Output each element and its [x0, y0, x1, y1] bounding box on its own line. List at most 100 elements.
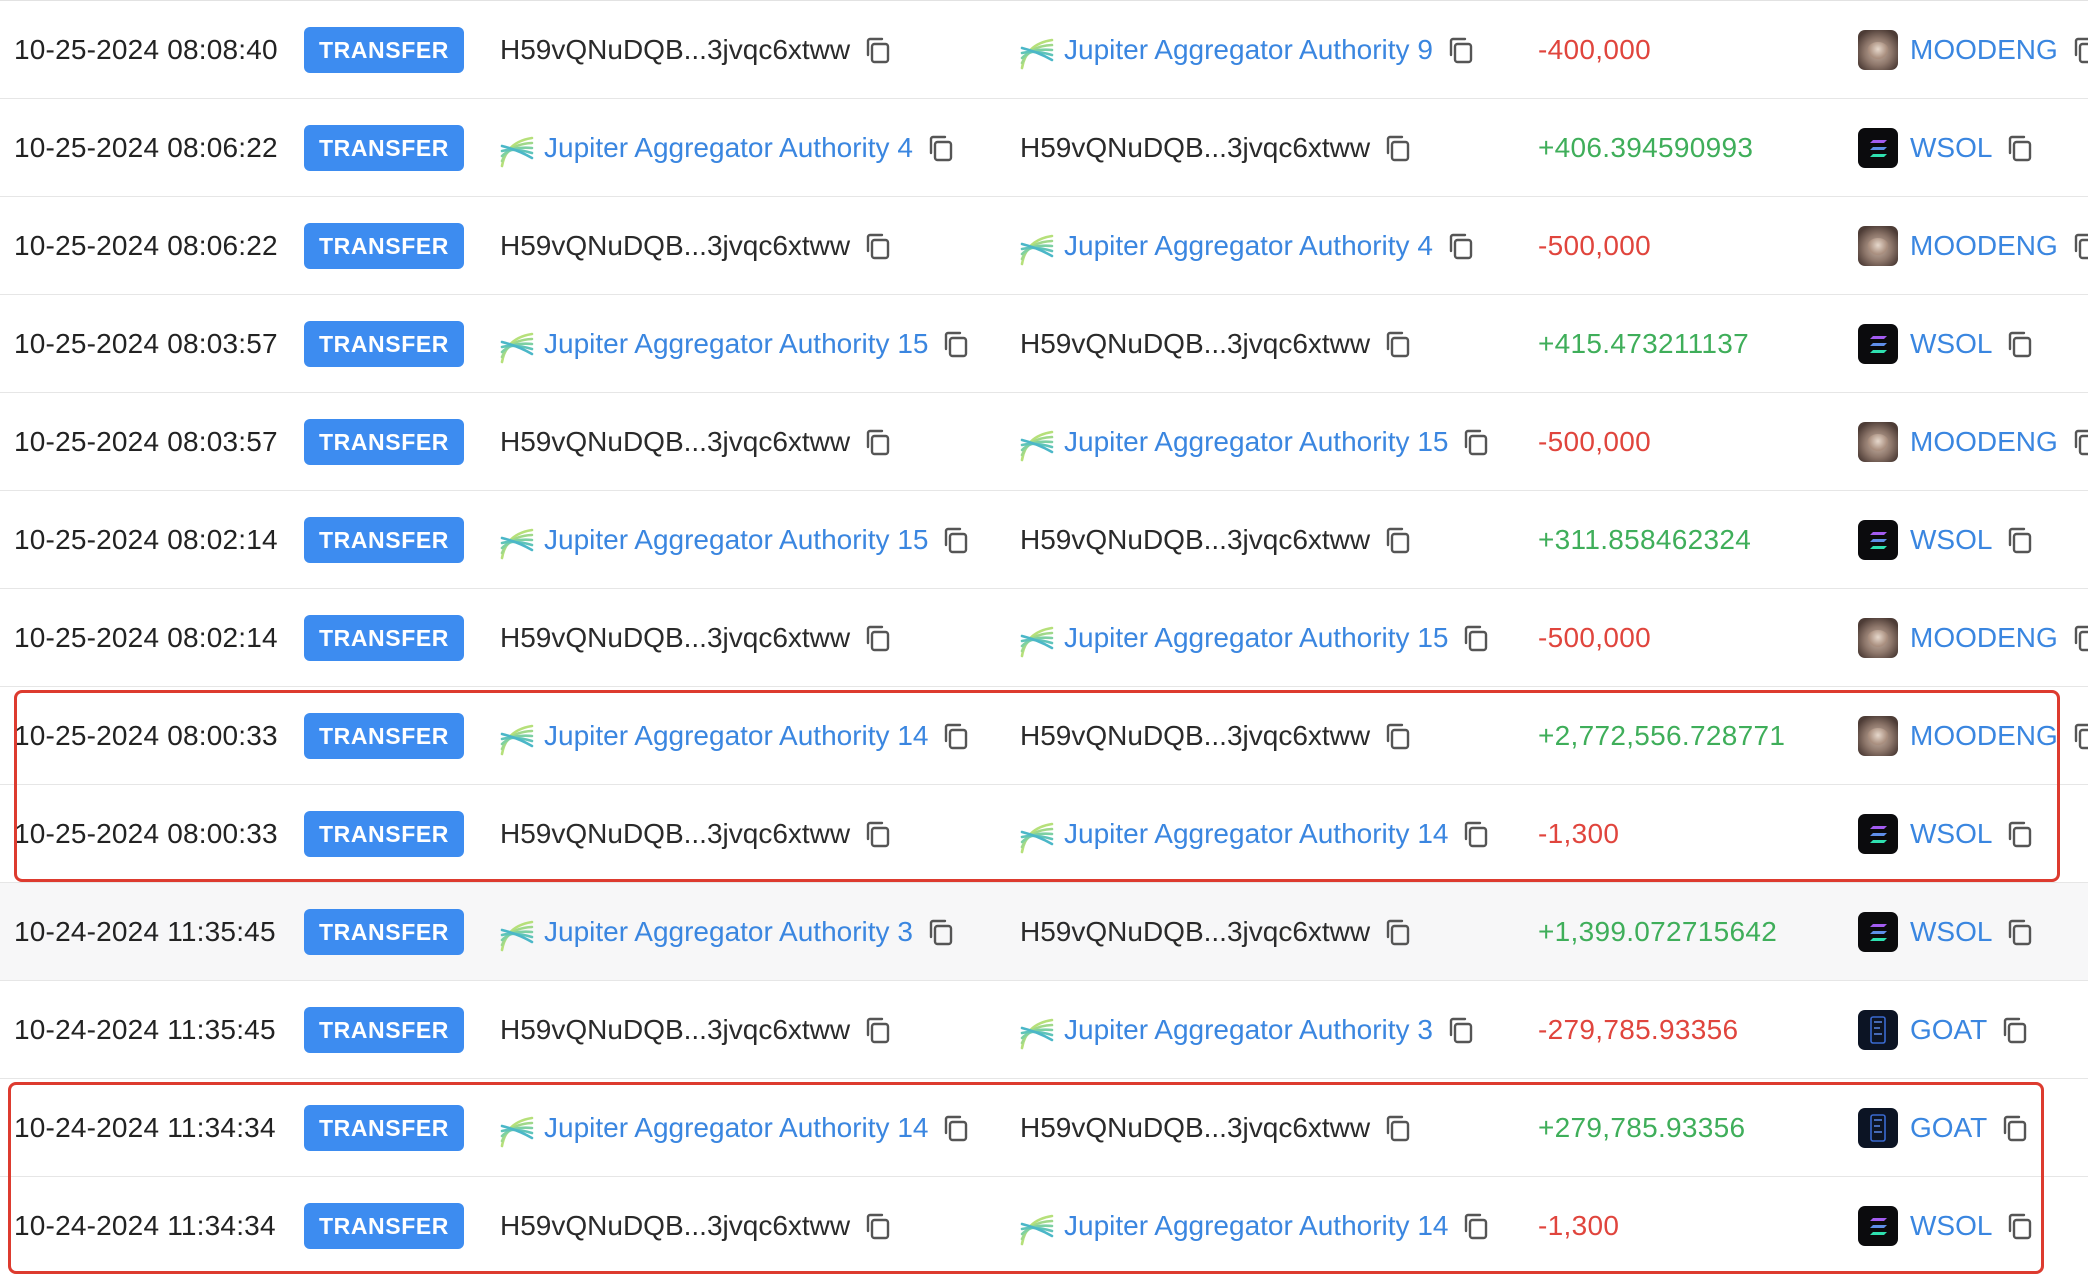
amount: -1,300	[1538, 1210, 1620, 1241]
copy-icon[interactable]	[1382, 917, 1412, 947]
copy-icon[interactable]	[862, 231, 892, 261]
token-cell: MOODENG	[1858, 1, 2088, 99]
from-link[interactable]: Jupiter Aggregator Authority 14	[544, 720, 928, 752]
to-link[interactable]: Jupiter Aggregator Authority 15	[1064, 426, 1448, 458]
copy-icon[interactable]	[940, 329, 970, 359]
table-row[interactable]: 10-25-2024 08:00:33 TRANSFER Jupiter Aggre…	[0, 686, 2088, 784]
token-link[interactable]: WSOL	[1910, 916, 1992, 948]
copy-icon[interactable]	[862, 35, 892, 65]
copy-icon[interactable]	[925, 917, 955, 947]
copy-icon[interactable]	[2070, 623, 2088, 653]
copy-icon[interactable]	[1460, 427, 1490, 457]
copy-icon[interactable]	[2070, 427, 2088, 457]
copy-icon[interactable]	[1382, 329, 1412, 359]
copy-icon[interactable]	[2004, 917, 2034, 947]
copy-icon[interactable]	[1445, 1015, 1475, 1045]
copy-icon[interactable]	[2004, 329, 2034, 359]
copy-icon[interactable]	[940, 721, 970, 751]
token-link[interactable]: MOODENG	[1910, 34, 2058, 66]
copy-icon[interactable]	[862, 1015, 892, 1045]
copy-icon[interactable]	[862, 1211, 892, 1241]
transfer-badge: TRANSFER	[304, 419, 464, 465]
token-link[interactable]: MOODENG	[1910, 720, 2058, 752]
copy-icon[interactable]	[2004, 133, 2034, 163]
from-link[interactable]: Jupiter Aggregator Authority 3	[544, 916, 913, 948]
copy-icon[interactable]	[862, 427, 892, 457]
copy-icon[interactable]	[2004, 819, 2034, 849]
to-link[interactable]: Jupiter Aggregator Authority 3	[1064, 1014, 1433, 1046]
moodeng-token-icon	[1858, 226, 1898, 266]
copy-icon[interactable]	[1999, 1015, 2029, 1045]
table-row[interactable]: 10-25-2024 08:02:14 TRANSFER Jupiter Aggre…	[0, 490, 2088, 588]
token-link[interactable]: MOODENG	[1910, 622, 2058, 654]
token-link[interactable]: MOODENG	[1910, 230, 2058, 262]
transfer-badge: TRANSFER	[304, 909, 464, 955]
from-link[interactable]: Jupiter Aggregator Authority 15	[544, 524, 928, 556]
table-row[interactable]: 10-24-2024 11:35:45 TRANSFER Jupiter Aggre…	[0, 882, 2088, 980]
to-link[interactable]: Jupiter Aggregator Authority 15	[1064, 622, 1448, 654]
table-row[interactable]: 10-25-2024 08:00:33 TRANSFER H59vQNuDQB...…	[0, 784, 2088, 882]
copy-icon[interactable]	[2070, 721, 2088, 751]
token-cell: WSOL	[1858, 491, 2034, 589]
token-link[interactable]: WSOL	[1910, 1210, 1992, 1242]
token-cell: MOODENG	[1858, 687, 2088, 785]
table-row[interactable]: 10-25-2024 08:06:22 TRANSFER Jupiter Aggre…	[0, 98, 2088, 196]
table-row[interactable]: 10-25-2024 08:03:57 TRANSFER Jupiter Aggre…	[0, 294, 2088, 392]
timestamp: 10-25-2024 08:02:14	[14, 524, 278, 555]
table-row[interactable]: 10-24-2024 11:34:34 TRANSFER Jupiter Aggre…	[0, 1078, 2088, 1176]
jupiter-icon	[500, 332, 534, 364]
from-address: H59vQNuDQB...3jvqc6xtww	[500, 426, 851, 457]
copy-icon[interactable]	[1445, 231, 1475, 261]
copy-icon[interactable]	[925, 133, 955, 163]
to-link[interactable]: Jupiter Aggregator Authority 14	[1064, 1210, 1448, 1242]
transfer-badge: TRANSFER	[304, 1203, 464, 1249]
type-cell: TRANSFER	[304, 1177, 464, 1275]
from-link[interactable]: Jupiter Aggregator Authority 4	[544, 132, 913, 164]
to-address: H59vQNuDQB...3jvqc6xtww	[1020, 524, 1371, 555]
to-link[interactable]: Jupiter Aggregator Authority 4	[1064, 230, 1433, 262]
type-cell: TRANSFER	[304, 295, 464, 393]
copy-icon[interactable]	[1382, 1113, 1412, 1143]
token-link[interactable]: MOODENG	[1910, 426, 2058, 458]
copy-icon[interactable]	[1382, 525, 1412, 555]
copy-icon[interactable]	[1999, 1113, 2029, 1143]
amount: +279,785.93356	[1538, 1112, 1746, 1143]
copy-icon[interactable]	[1382, 133, 1412, 163]
copy-icon[interactable]	[2070, 231, 2088, 261]
type-cell: TRANSFER	[304, 1079, 464, 1177]
token-link[interactable]: WSOL	[1910, 132, 1992, 164]
copy-icon[interactable]	[862, 819, 892, 849]
wsol-token-icon	[1858, 128, 1898, 168]
token-link[interactable]: WSOL	[1910, 328, 1992, 360]
copy-icon[interactable]	[940, 1113, 970, 1143]
copy-icon[interactable]	[1460, 1211, 1490, 1241]
to-cell: Jupiter Aggregator Authority 15	[1020, 589, 1490, 687]
to-cell: H59vQNuDQB...3jvqc6xtww	[1020, 687, 1412, 785]
table-row[interactable]: 10-24-2024 11:34:34 TRANSFER H59vQNuDQB...…	[0, 1176, 2088, 1274]
copy-icon[interactable]	[2004, 525, 2034, 555]
copy-icon[interactable]	[2004, 1211, 2034, 1241]
to-address: H59vQNuDQB...3jvqc6xtww	[1020, 1112, 1371, 1143]
to-link[interactable]: Jupiter Aggregator Authority 9	[1064, 34, 1433, 66]
copy-icon[interactable]	[2070, 35, 2088, 65]
copy-icon[interactable]	[1382, 721, 1412, 751]
copy-icon[interactable]	[862, 623, 892, 653]
from-link[interactable]: Jupiter Aggregator Authority 14	[544, 1112, 928, 1144]
table-row[interactable]: 10-25-2024 08:08:40 TRANSFER H59vQNuDQB...…	[0, 0, 2088, 98]
token-link[interactable]: WSOL	[1910, 818, 1992, 850]
token-link[interactable]: GOAT	[1910, 1112, 1987, 1144]
wsol-token-icon	[1858, 1206, 1898, 1246]
token-link[interactable]: WSOL	[1910, 524, 1992, 556]
from-link[interactable]: Jupiter Aggregator Authority 15	[544, 328, 928, 360]
copy-icon[interactable]	[1460, 819, 1490, 849]
copy-icon[interactable]	[940, 525, 970, 555]
table-row[interactable]: 10-25-2024 08:03:57 TRANSFER H59vQNuDQB...…	[0, 392, 2088, 490]
to-link[interactable]: Jupiter Aggregator Authority 14	[1064, 818, 1448, 850]
copy-icon[interactable]	[1460, 623, 1490, 653]
transfer-badge: TRANSFER	[304, 517, 464, 563]
copy-icon[interactable]	[1445, 35, 1475, 65]
token-link[interactable]: GOAT	[1910, 1014, 1987, 1046]
table-row[interactable]: 10-25-2024 08:06:22 TRANSFER H59vQNuDQB...…	[0, 196, 2088, 294]
table-row[interactable]: 10-24-2024 11:35:45 TRANSFER H59vQNuDQB...…	[0, 980, 2088, 1078]
table-row[interactable]: 10-25-2024 08:02:14 TRANSFER H59vQNuDQB...…	[0, 588, 2088, 686]
